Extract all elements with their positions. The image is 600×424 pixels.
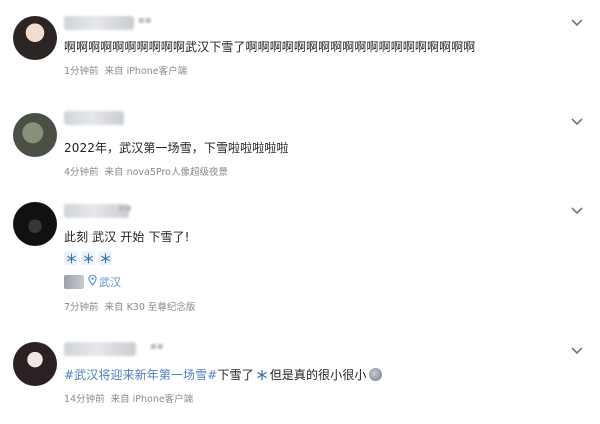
post-time[interactable]: 7分钟前 bbox=[64, 302, 99, 313]
username-suffix: ▪▪ bbox=[118, 203, 132, 214]
chevron-down-icon[interactable] bbox=[570, 117, 584, 127]
post-content: 2022年，武汉第一场雪，下雪啦啦啦啦啦 bbox=[64, 141, 289, 155]
snowflake-icon bbox=[256, 369, 268, 384]
snowflake-icon bbox=[64, 251, 78, 265]
post-2: 2022年，武汉第一场雪，下雪啦啦啦啦啦 4分钟前 来自 nova5Pro人像超级… bbox=[0, 95, 600, 190]
post-text: 下雪了 bbox=[217, 368, 254, 382]
username-blurred[interactable] bbox=[64, 342, 136, 356]
post-content: 此刻 武汉 开始 下雪了! bbox=[64, 230, 190, 244]
post-meta: 1分钟前 来自 iPhone客户端 bbox=[64, 63, 187, 77]
post-source: 来自 K30 至尊纪念版 bbox=[104, 302, 196, 313]
post-time[interactable]: 14分钟前 bbox=[64, 394, 105, 405]
location-pin-icon bbox=[88, 274, 97, 289]
chevron-down-icon[interactable] bbox=[570, 346, 584, 356]
snowflake-icon bbox=[98, 251, 112, 265]
post-source: 来自 nova5Pro人像超级夜景 bbox=[104, 167, 228, 178]
location-label[interactable]: 武汉 bbox=[99, 274, 121, 290]
username-blurred[interactable] bbox=[64, 111, 124, 125]
post-content: #武汉将迎来新年第一场雪#下雪了 但是真的很小很小 bbox=[64, 366, 382, 384]
snowflake-icon bbox=[81, 251, 95, 265]
chevron-down-icon[interactable] bbox=[570, 18, 584, 28]
post-1: ▪▪ 啊啊啊啊啊啊啊啊啊啊武汉下雪了啊啊啊啊啊啊啊啊啊啊啊啊啊啊啊啊啊啊啊 1分… bbox=[0, 0, 600, 95]
username-blurred[interactable] bbox=[64, 16, 134, 30]
attached-image-thumbnail[interactable] bbox=[64, 275, 84, 289]
avatar[interactable] bbox=[13, 202, 57, 246]
username-suffix: ▪▪ bbox=[150, 341, 164, 352]
post-text-end: 但是真的很小很小 bbox=[269, 368, 367, 382]
post-meta: 4分钟前 来自 nova5Pro人像超级夜景 bbox=[64, 164, 228, 178]
post-content: 啊啊啊啊啊啊啊啊啊啊武汉下雪了啊啊啊啊啊啊啊啊啊啊啊啊啊啊啊啊啊啊啊 bbox=[64, 40, 476, 54]
mention-avatar-icon[interactable] bbox=[368, 368, 382, 381]
location-link[interactable]: 武汉 bbox=[88, 274, 121, 290]
snowflake-emoji-row bbox=[64, 251, 112, 265]
post-time[interactable]: 4分钟前 bbox=[64, 167, 99, 178]
post-source: 来自 iPhone客户端 bbox=[110, 394, 194, 405]
avatar[interactable] bbox=[13, 16, 57, 60]
post-source: 来自 iPhone客户端 bbox=[104, 66, 188, 77]
avatar[interactable] bbox=[13, 342, 57, 386]
post-meta: 14分钟前 来自 iPhone客户端 bbox=[64, 391, 193, 405]
chevron-down-icon[interactable] bbox=[570, 206, 584, 216]
post-meta: 7分钟前 来自 K30 至尊纪念版 bbox=[64, 299, 195, 313]
username-suffix: ▪▪ bbox=[138, 15, 152, 26]
post-4: ▪▪ #武汉将迎来新年第一场雪#下雪了 但是真的很小很小 14分钟前 来自 iPho… bbox=[0, 320, 600, 424]
hashtag-link[interactable]: #武汉将迎来新年第一场雪# bbox=[64, 368, 217, 382]
post-3: ▪▪ 此刻 武汉 开始 下雪了! 武汉 7分钟前 来自 K30 至尊纪念版 bbox=[0, 190, 600, 320]
avatar[interactable] bbox=[13, 113, 57, 157]
post-time[interactable]: 1分钟前 bbox=[64, 66, 99, 77]
